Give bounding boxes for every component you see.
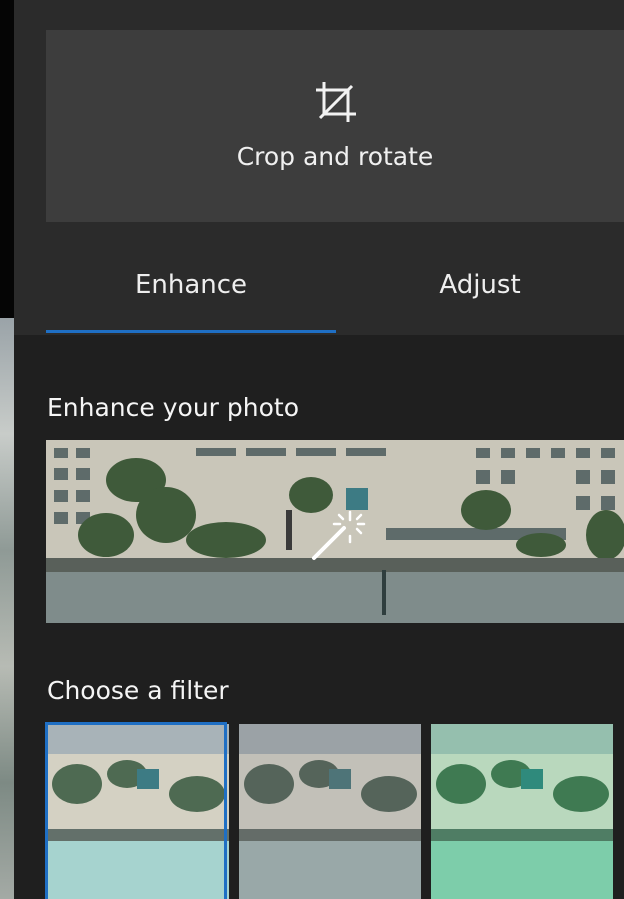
selected-tab-indicator bbox=[46, 330, 336, 333]
filter-preview-original bbox=[47, 724, 229, 899]
filter-thumbnail-original[interactable] bbox=[47, 724, 229, 899]
background-edge bbox=[0, 0, 14, 320]
background-photo-edge bbox=[0, 318, 14, 899]
enhance-section-title: Enhance your photo bbox=[47, 393, 299, 422]
filter-thumbnail-green[interactable] bbox=[431, 724, 613, 899]
tab-enhance[interactable]: Enhance bbox=[46, 270, 336, 300]
filter-thumbnail-muted[interactable] bbox=[239, 724, 421, 899]
crop-and-rotate-label: Crop and rotate bbox=[236, 142, 434, 171]
crop-rotate-icon bbox=[316, 82, 356, 122]
filter-section-title: Choose a filter bbox=[47, 676, 229, 705]
filter-preview-muted bbox=[239, 724, 421, 899]
tab-adjust[interactable]: Adjust bbox=[336, 270, 624, 300]
enhance-photo-preview[interactable] bbox=[46, 440, 624, 623]
crop-and-rotate-button[interactable]: Crop and rotate bbox=[46, 30, 624, 222]
filter-preview-green bbox=[431, 724, 613, 899]
magic-wand-icon bbox=[312, 510, 366, 560]
